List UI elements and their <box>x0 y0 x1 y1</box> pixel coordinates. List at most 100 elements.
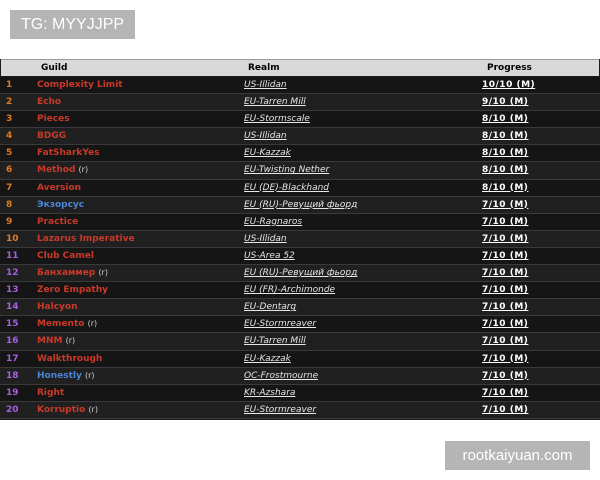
watermark-top: TG: MYYJJPP <box>10 10 135 39</box>
realm-link[interactable]: KR-Azshara <box>244 385 295 401</box>
guild-name[interactable]: Honestly <box>37 371 82 381</box>
realm-link[interactable]: EU-Dentarg <box>244 299 296 315</box>
realm-link[interactable]: US-Illidan <box>244 231 287 247</box>
guild-name[interactable]: Club Camel <box>37 251 94 261</box>
progress-value[interactable]: 7/10 (M) <box>482 316 528 332</box>
rank-number: 17 <box>6 353 19 364</box>
guild-name[interactable]: Right <box>37 388 64 398</box>
guild-name-cell[interactable]: Pieces <box>37 111 70 127</box>
realm-link[interactable]: EU-Twisting Nether <box>244 162 329 178</box>
realm-link[interactable]: EU (DE)-Blackhand <box>244 180 329 196</box>
guild-name[interactable]: Банхаммер <box>37 268 95 278</box>
realm-link[interactable]: US-Area 52 <box>244 248 295 264</box>
guild-name-cell[interactable]: MNM (r) <box>37 333 75 349</box>
progress-value[interactable]: 7/10 (M) <box>482 265 528 281</box>
progress-value[interactable]: 7/10 (M) <box>482 248 528 264</box>
realm-link[interactable]: US-Illidan <box>244 128 287 144</box>
guild-name-cell[interactable]: Echo <box>37 94 61 110</box>
progress-value[interactable]: 8/10 (M) <box>482 128 528 144</box>
guild-name-cell[interactable]: Zero Empathy <box>37 282 108 298</box>
progress-value[interactable]: 7/10 (M) <box>482 351 528 367</box>
guild-name[interactable]: Practice <box>37 217 78 227</box>
guild-name-cell[interactable]: Practice <box>37 214 78 230</box>
table-row: 4 BDGG US-Illidan 8/10 (M) <box>0 128 600 146</box>
progress-value[interactable]: 7/10 (M) <box>482 282 528 298</box>
table-row: 5 FatSharkYes EU-Kazzak 8/10 (M) <box>0 145 600 163</box>
realm-link[interactable]: EU (RU)-Ревущий фьорд <box>244 197 357 213</box>
realm-link[interactable]: EU-Tarren Mill <box>244 333 306 349</box>
guild-name[interactable]: FatSharkYes <box>37 148 100 158</box>
guild-name-cell[interactable]: Complexity Limit <box>37 77 123 93</box>
guild-name[interactable]: Pieces <box>37 114 70 124</box>
rank-number: 10 <box>6 233 19 244</box>
guild-name[interactable]: Aversion <box>37 183 81 193</box>
guild-name[interactable]: Method <box>37 165 75 175</box>
guild-name[interactable]: Complexity Limit <box>37 80 123 90</box>
guild-name[interactable]: Memento <box>37 319 84 329</box>
guild-name[interactable]: Walkthrough <box>37 354 102 364</box>
guild-name-cell[interactable]: Right <box>37 385 64 401</box>
table-row: 19 Right KR-Azshara 7/10 (M) <box>0 384 600 402</box>
progress-value[interactable]: 7/10 (M) <box>482 385 528 401</box>
rank-number: 11 <box>6 250 19 261</box>
table-row: 16 MNM (r) EU-Tarren Mill 7/10 (M) <box>0 333 600 351</box>
guild-name[interactable]: BDGG <box>37 131 66 141</box>
guild-suffix: (r) <box>65 336 76 346</box>
progress-value[interactable]: 7/10 (M) <box>482 402 528 418</box>
progress-value[interactable]: 7/10 (M) <box>482 333 528 349</box>
realm-link[interactable]: OC-Frostmourne <box>244 368 318 384</box>
guild-name-cell[interactable]: Экзорсус <box>37 197 84 213</box>
realm-link[interactable]: EU (RU)-Ревущий фьорд <box>244 265 357 281</box>
guild-name-cell[interactable]: Club Camel <box>37 248 94 264</box>
guild-name[interactable]: MNM <box>37 336 62 346</box>
guild-name-cell[interactable]: Honestly (r) <box>37 368 95 384</box>
guild-name-cell[interactable]: Method (r) <box>37 162 88 178</box>
guild-name-cell[interactable]: FatSharkYes <box>37 145 100 161</box>
progress-value[interactable]: 8/10 (M) <box>482 180 528 196</box>
guild-name-cell[interactable]: Lazarus Imperative <box>37 231 135 247</box>
guild-name[interactable]: Экзорсус <box>37 200 84 210</box>
progress-value[interactable]: 9/10 (M) <box>482 94 528 110</box>
realm-link[interactable]: US-Illidan <box>244 77 287 93</box>
header-realm: Realm <box>248 63 280 73</box>
rank-number: 19 <box>6 387 19 398</box>
realm-link[interactable]: EU-Stormreaver <box>244 316 316 332</box>
rank-number: 6 <box>6 165 13 176</box>
guild-name-cell[interactable]: Halcyon <box>37 299 77 315</box>
progress-value[interactable]: 7/10 (M) <box>482 231 528 247</box>
progress-value[interactable]: 10/10 (M) <box>482 77 535 93</box>
guild-name-cell[interactable]: Korruptio (r) <box>37 402 98 418</box>
guild-name-cell[interactable]: Memento (r) <box>37 316 97 332</box>
realm-link[interactable]: EU-Kazzak <box>244 351 291 367</box>
guild-name-cell[interactable]: BDGG <box>37 128 66 144</box>
rank-number: 1 <box>6 80 13 90</box>
progress-value[interactable]: 8/10 (M) <box>482 145 528 161</box>
realm-link[interactable]: EU-Stormreaver <box>244 402 316 418</box>
realm-link[interactable]: EU (FR)-Archimonde <box>244 282 335 298</box>
realm-link[interactable]: EU-Tarren Mill <box>244 94 306 110</box>
table-row: 17 Walkthrough EU-Kazzak 7/10 (M) <box>0 350 600 368</box>
guild-suffix: (r) <box>98 268 108 278</box>
rank-number: 4 <box>6 131 13 142</box>
guild-name[interactable]: Lazarus Imperative <box>37 234 135 244</box>
realm-link[interactable]: EU-Ragnaros <box>244 214 302 230</box>
guild-name-cell[interactable]: Банхаммер (r) <box>37 265 108 281</box>
guild-name[interactable]: Echo <box>37 97 61 107</box>
guild-name[interactable]: Halcyon <box>37 302 77 312</box>
progress-value[interactable]: 7/10 (M) <box>482 368 528 384</box>
guild-name-cell[interactable]: Walkthrough <box>37 351 102 367</box>
rank-number: 15 <box>6 319 19 330</box>
guild-suffix: (r) <box>88 404 98 414</box>
progress-value[interactable]: 8/10 (M) <box>482 162 528 178</box>
guild-name[interactable]: Korruptio <box>37 405 85 415</box>
progress-value[interactable]: 7/10 (M) <box>482 197 528 213</box>
progress-value[interactable]: 8/10 (M) <box>482 111 528 127</box>
guild-suffix: (r) <box>87 319 98 329</box>
guild-name-cell[interactable]: Aversion <box>37 180 81 196</box>
guild-name[interactable]: Zero Empathy <box>37 285 108 295</box>
realm-link[interactable]: EU-Kazzak <box>244 145 291 161</box>
table-row: 20 Korruptio (r) EU-Stormreaver 7/10 (M) <box>0 401 600 419</box>
progress-value[interactable]: 7/10 (M) <box>482 299 528 315</box>
realm-link[interactable]: EU-Stormscale <box>244 111 310 127</box>
progress-value[interactable]: 7/10 (M) <box>482 214 528 230</box>
